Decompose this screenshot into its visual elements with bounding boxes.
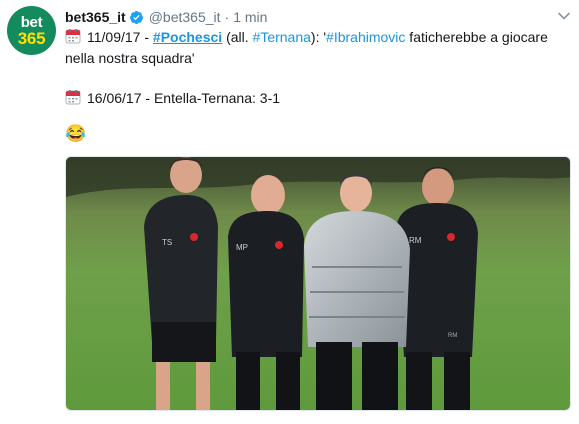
text-all-open: (all.: [222, 29, 253, 45]
handle[interactable]: @bet365_it: [149, 9, 221, 25]
date-2: 16/06/17: [87, 90, 142, 106]
date-1: 11/09/17: [87, 29, 141, 45]
tweet-text-line-1: 11/09/17 - #Pochesci (all. #Ternana): '#…: [65, 27, 548, 47]
tweet[interactable]: bet 365 bet365_it @bet365_it · 1 min 11/…: [0, 0, 579, 424]
tweet-text-line-3: 16/06/17 - Entella-Ternana: 3-1: [65, 88, 280, 108]
dash-1: -: [140, 29, 153, 45]
text-quote-rest: faticherebbe a giocare: [405, 29, 548, 45]
photo-initials-rm-small: RM: [448, 333, 457, 339]
avatar-logo-365: 365: [17, 28, 46, 48]
tweet-header: bet365_it @bet365_it · 1 min: [65, 7, 267, 27]
match-result: - Entella-Ternana: 3-1: [141, 90, 281, 106]
display-name[interactable]: bet365_it: [65, 9, 126, 25]
avatar-logo-bet: bet: [20, 13, 43, 31]
avatar[interactable]: bet 365: [7, 6, 56, 55]
photo-initials-rm: RM: [409, 236, 422, 245]
photo-initials-mp: MP: [236, 243, 248, 252]
training-photo-illustration: TS MP RM RM: [66, 157, 570, 410]
tweet-photo[interactable]: TS MP RM RM: [65, 156, 571, 411]
separator-dot: ·: [224, 9, 230, 25]
tweet-text-line-2: nella nostra squadra': [65, 50, 195, 66]
photo-initials-ts: TS: [162, 238, 172, 247]
verified-badge-icon: [129, 10, 143, 24]
hashtag-ternana[interactable]: #Ternana: [253, 29, 311, 45]
text-all-close: ): ': [310, 29, 327, 45]
hashtag-pochesci[interactable]: #Pochesci: [153, 29, 222, 45]
emoji-tears-of-joy: 😂: [65, 124, 87, 143]
hashtag-ibrahimovic[interactable]: #Ibrahimovic: [326, 29, 405, 45]
calendar-icon: [65, 90, 81, 105]
timestamp[interactable]: 1 min: [233, 9, 267, 25]
hashtag-pochesci-text[interactable]: #Pochesci: [153, 29, 222, 45]
calendar-icon: [65, 29, 81, 44]
chevron-down-icon[interactable]: [557, 9, 571, 23]
